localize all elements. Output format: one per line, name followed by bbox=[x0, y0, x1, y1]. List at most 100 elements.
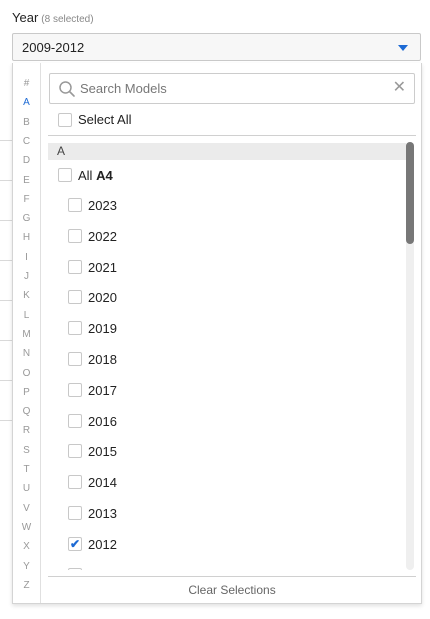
all-a4-checkbox[interactable] bbox=[58, 168, 72, 182]
alphabet-letter[interactable]: B bbox=[13, 117, 40, 128]
year-checkbox[interactable] bbox=[68, 506, 82, 520]
dropdown-panel: # A B C D E F G H I J K L M N O P Q R S T U V W X Y Z Search Model… bbox=[12, 63, 422, 604]
year-label: 2023 bbox=[88, 198, 117, 213]
year-label: 2012 bbox=[88, 536, 117, 552]
alphabet-letter[interactable]: Z bbox=[13, 580, 40, 591]
background-divider bbox=[0, 180, 12, 181]
alphabet-letter[interactable]: S bbox=[13, 445, 40, 456]
list-item[interactable]: 2019 bbox=[48, 313, 408, 343]
divider bbox=[48, 135, 416, 136]
year-label: 2019 bbox=[88, 321, 117, 337]
year-checkbox[interactable] bbox=[68, 475, 82, 490]
alphabet-letter[interactable]: D bbox=[13, 155, 40, 166]
background-divider bbox=[0, 380, 12, 381]
year-label: 2015 bbox=[88, 444, 117, 460]
search-box[interactable]: Search Models ✕ bbox=[49, 73, 415, 104]
year-label: 2022 bbox=[88, 228, 117, 244]
checkmark-icon: ✔ bbox=[70, 568, 80, 570]
checkmark-icon: ✔ bbox=[70, 536, 81, 551]
year-checkbox[interactable] bbox=[68, 352, 82, 366]
alphabet-letter[interactable]: O bbox=[13, 368, 40, 379]
selected-count: (8 selected) bbox=[41, 14, 94, 25]
filter-title: Year bbox=[12, 10, 39, 25]
year-checkbox[interactable] bbox=[68, 382, 82, 397]
list-item[interactable]: 2016 bbox=[48, 406, 408, 436]
alphabet-letter[interactable]: K bbox=[13, 290, 40, 301]
search-input[interactable]: Search Models bbox=[80, 81, 167, 96]
alphabet-letter[interactable]: C bbox=[13, 136, 40, 147]
list-item[interactable]: 2023 bbox=[48, 190, 408, 220]
group-letter: A bbox=[57, 144, 66, 158]
year-label: 2016 bbox=[88, 413, 117, 429]
year-checkbox[interactable] bbox=[68, 259, 82, 274]
list-item-all-a4[interactable]: All A4 bbox=[48, 160, 408, 190]
alphabet-letter[interactable]: H bbox=[13, 232, 40, 243]
alphabet-letter[interactable]: I bbox=[13, 252, 40, 263]
clear-selections-button[interactable]: Clear Selections bbox=[48, 583, 416, 597]
background-divider bbox=[0, 220, 12, 221]
year-checkbox[interactable] bbox=[68, 444, 82, 459]
year-checkbox[interactable]: ✔ bbox=[68, 567, 82, 570]
list-item[interactable]: 2018 bbox=[48, 344, 408, 374]
year-dropdown[interactable]: 2009-2012 bbox=[12, 33, 421, 61]
list-item[interactable]: 2017 bbox=[48, 375, 408, 405]
list-item[interactable]: ✔ 2011 bbox=[48, 560, 408, 570]
year-label: 2017 bbox=[88, 382, 117, 398]
list-item[interactable]: 2015 bbox=[48, 436, 408, 466]
list-item[interactable]: ✔ 2012 bbox=[48, 529, 408, 559]
alphabet-letter[interactable]: X bbox=[13, 541, 40, 552]
group-header: A bbox=[48, 143, 406, 160]
year-checkbox[interactable] bbox=[68, 290, 82, 305]
year-checkbox[interactable] bbox=[68, 321, 82, 336]
year-label: 2020 bbox=[88, 290, 117, 306]
alphabet-letter[interactable]: Y bbox=[13, 561, 40, 572]
alphabet-letter[interactable]: Q bbox=[13, 406, 40, 417]
list-item[interactable]: 2014 bbox=[48, 467, 408, 497]
year-checkbox[interactable] bbox=[68, 228, 82, 243]
dropdown-value: 2009-2012 bbox=[22, 40, 85, 55]
model-year-list: All A4 2023 2022 2021 2020 2019 2018 2017 2016 2… bbox=[48, 160, 408, 570]
select-all-checkbox[interactable] bbox=[58, 113, 72, 127]
alphabet-letter[interactable]: J bbox=[13, 271, 40, 282]
alphabet-letter[interactable]: L bbox=[13, 310, 40, 321]
year-checkbox[interactable]: ✔ bbox=[68, 536, 82, 551]
year-label: 2021 bbox=[88, 259, 117, 275]
background-divider bbox=[0, 260, 12, 261]
alphabet-letter[interactable]: V bbox=[13, 503, 40, 514]
alphabet-letter[interactable]: T bbox=[13, 464, 40, 475]
year-label: 2011 bbox=[88, 568, 116, 570]
alphabet-letter[interactable]: A bbox=[13, 97, 40, 108]
list-item[interactable]: 2021 bbox=[48, 252, 408, 282]
background-divider bbox=[0, 300, 12, 301]
alphabet-letter[interactable]: U bbox=[13, 483, 40, 494]
year-checkbox[interactable] bbox=[68, 198, 82, 212]
all-a4-label: All A4 bbox=[78, 168, 113, 183]
search-icon bbox=[59, 81, 75, 97]
year-checkbox[interactable] bbox=[68, 413, 82, 428]
alphabet-letter[interactable]: N bbox=[13, 348, 40, 359]
list-item[interactable]: 2022 bbox=[48, 221, 408, 251]
alphabet-letter[interactable]: # bbox=[13, 78, 40, 89]
background-divider bbox=[0, 420, 12, 421]
alphabet-letter[interactable]: R bbox=[13, 425, 40, 436]
list-item[interactable]: 2020 bbox=[48, 282, 408, 312]
caret-down-icon[interactable] bbox=[398, 45, 408, 51]
filter-label: Year (8 selected) bbox=[12, 10, 94, 25]
alphabet-letter[interactable]: M bbox=[13, 329, 40, 340]
year-label: 2014 bbox=[88, 475, 117, 491]
all-prefix: All bbox=[78, 168, 93, 183]
background-divider bbox=[0, 340, 12, 341]
alphabet-letter[interactable]: P bbox=[13, 387, 40, 398]
alphabet-letter[interactable]: G bbox=[13, 213, 40, 224]
model-name: A4 bbox=[96, 168, 113, 183]
alphabet-letter[interactable]: W bbox=[13, 522, 40, 533]
alphabet-letter[interactable]: E bbox=[13, 175, 40, 186]
scrollbar[interactable] bbox=[406, 142, 414, 570]
list-item[interactable]: 2013 bbox=[48, 498, 408, 528]
alphabet-letter[interactable]: F bbox=[13, 194, 40, 205]
divider bbox=[48, 576, 416, 577]
scrollbar-thumb[interactable] bbox=[406, 142, 414, 244]
clear-search-icon[interactable]: ✕ bbox=[393, 79, 406, 97]
alphabet-index: # A B C D E F G H I J K L M N O P Q R S T U V W X Y Z bbox=[13, 63, 41, 603]
background-divider bbox=[0, 140, 12, 141]
